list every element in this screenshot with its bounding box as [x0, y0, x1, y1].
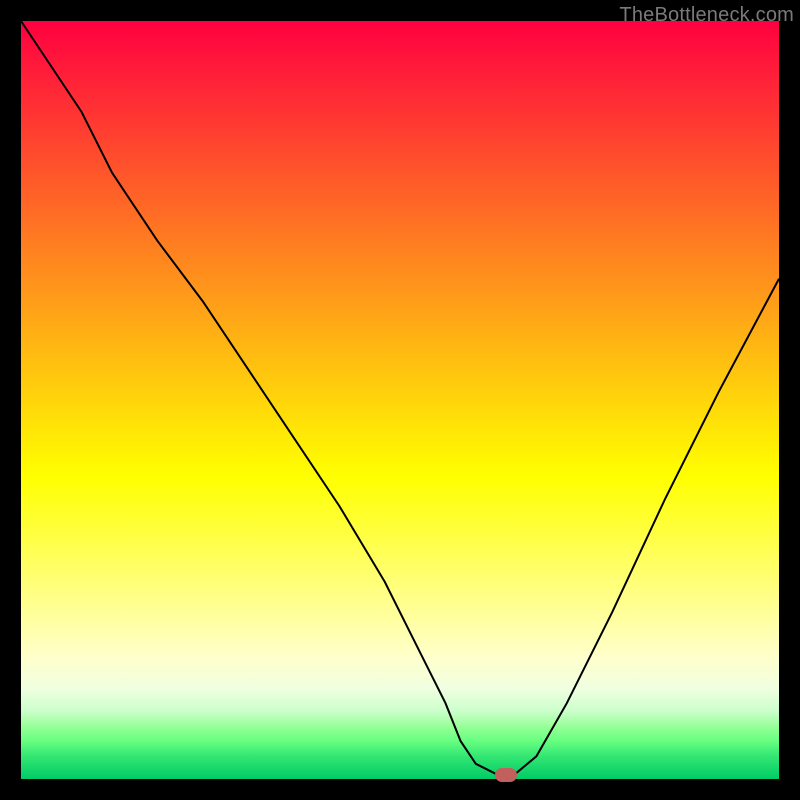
plot-area	[21, 21, 779, 779]
optimal-marker	[495, 768, 517, 782]
chart-container: TheBottleneck.com	[0, 0, 800, 800]
curve-svg	[21, 21, 779, 779]
bottleneck-curve	[21, 21, 779, 775]
